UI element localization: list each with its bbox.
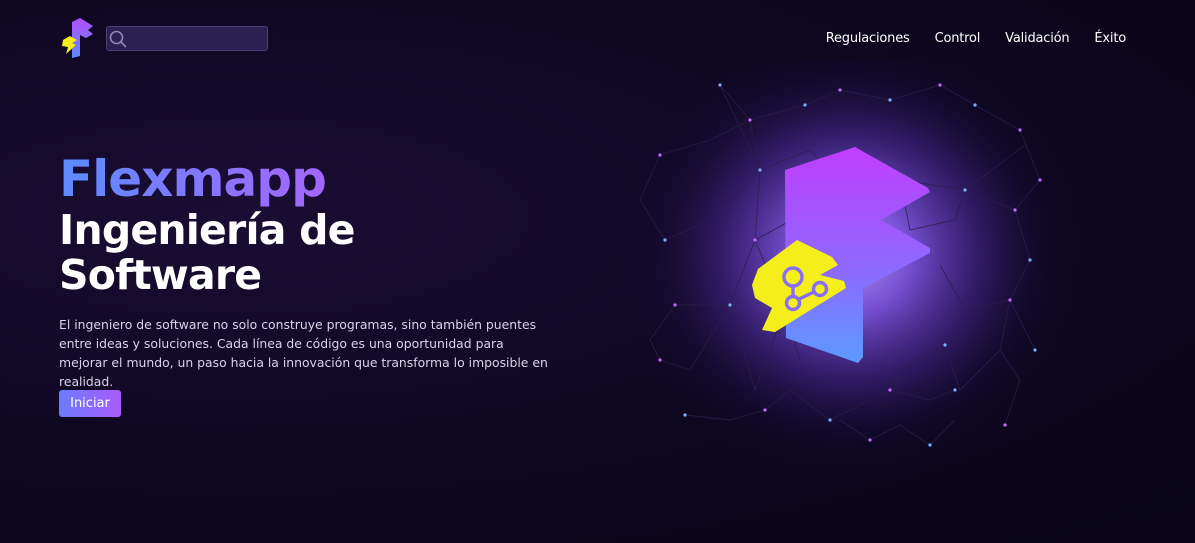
search-input[interactable] [127,27,285,50]
start-button[interactable]: Iniciar [59,390,121,417]
search-box [106,26,285,51]
flexmapp-logo-icon[interactable] [60,18,96,60]
nav-link-validacion[interactable]: Validación [1005,31,1069,46]
hero-description: El ingeniero de software no solo constru… [59,317,548,389]
main-nav: Regulaciones Control Validación Éxito [826,31,1126,46]
hero-headline: Ingeniería de Software [59,206,355,299]
search-icon[interactable] [109,28,127,50]
brand-title: Flexmapp [59,150,559,208]
landing-page: Regulaciones Control Validación Éxito Fl… [0,0,1195,543]
nav-link-regulaciones[interactable]: Regulaciones [826,31,910,46]
nav-link-control[interactable]: Control [935,31,981,46]
flexmapp-network-illustration-icon [600,25,1100,485]
nav-link-exito[interactable]: Éxito [1094,31,1126,46]
hero-section: Flexmapp Ingeniería de Software El ingen… [59,150,559,391]
